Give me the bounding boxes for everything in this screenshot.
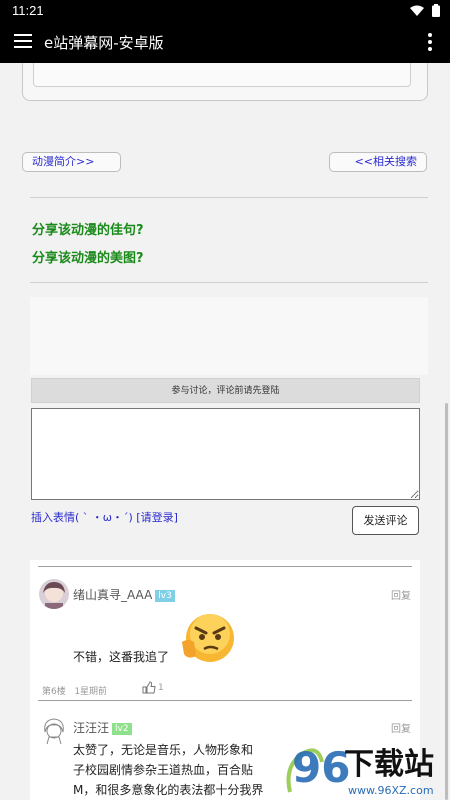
app-bar: e站弹幕网-安卓版 [0, 22, 450, 63]
username-text[interactable]: 绪山真寻_AAA [73, 588, 152, 602]
login-link[interactable]: [请登录] [136, 511, 178, 524]
comment-divider [38, 700, 412, 701]
level-badge: lv3 [155, 590, 175, 602]
system-icons [410, 4, 440, 17]
status-time: 11:21 [12, 3, 44, 18]
watermark: 96 下载站 www.96XZ.com [282, 736, 450, 800]
comment-divider [38, 566, 412, 567]
like-count: 1 [158, 682, 164, 693]
username-text[interactable]: 汪汪汪 [73, 721, 109, 735]
send-comment-button[interactable]: 发送评论 [352, 506, 419, 535]
share-image-link[interactable]: 分享该动漫的美图? [32, 247, 144, 266]
comment-line: 太赞了，无论是音乐，人物形象和 [73, 743, 254, 757]
comment-line: 子校园剧情参杂王道热血，百合贴 [73, 763, 254, 777]
thumbs-up-icon[interactable] [142, 681, 156, 694]
avatar[interactable] [39, 714, 69, 744]
wifi-icon [410, 5, 424, 16]
comment-line: M，和很多意象化的表法都十分我界 [73, 783, 264, 797]
reply-button[interactable]: 回复 [391, 720, 411, 735]
floor-number: 第6楼 [42, 687, 66, 697]
description-inner-box [33, 63, 411, 87]
related-search-button[interactable]: <<相关搜索 [329, 152, 427, 172]
level-badge: lv2 [112, 723, 132, 735]
comment-form-links: 插入表情( ` ・ω・´) [请登录] [31, 509, 178, 525]
divider [30, 282, 428, 283]
watermark-number: 96 [292, 743, 350, 792]
avatar[interactable] [39, 579, 69, 609]
battery-icon [432, 4, 440, 17]
divider [30, 197, 428, 198]
comment-text: 不错，这番我追了 [73, 650, 170, 664]
comment-meta: 第6楼 1星期前 [42, 684, 107, 697]
app-title: e站弹幕网-安卓版 [44, 34, 164, 52]
watermark-text: 下载站 [344, 747, 434, 782]
watermark-url: www.96XZ.com [348, 784, 434, 797]
like-button[interactable]: 1 [142, 681, 164, 694]
status-bar: 11:21 [0, 0, 450, 22]
more-options-icon[interactable] [428, 33, 432, 54]
watermark-logo: 96 下载站 www.96XZ.com [286, 743, 434, 797]
ad-area [30, 297, 428, 375]
comment-username[interactable]: 绪山真寻_AAA lv3 [73, 586, 175, 603]
comment-username[interactable]: 汪汪汪 lv2 [73, 719, 132, 736]
share-quote-link[interactable]: 分享该动漫的佳句? [32, 219, 144, 238]
insert-emoji-link[interactable]: 插入表情( ` ・ω・´) [31, 511, 133, 524]
comment-textarea[interactable] [31, 408, 420, 500]
comment-time: 1星期前 [74, 687, 108, 697]
comment-text: 太赞了，无论是音乐，人物形象和 子校园剧情参杂王道热血，百合贴 M，和很多意象化… [73, 740, 263, 800]
reply-button[interactable]: 回复 [391, 587, 411, 602]
login-hint-bar: 参与讨论，评论前请先登陆 [31, 378, 420, 403]
anime-intro-button[interactable]: 动漫简介>> [22, 152, 121, 172]
description-box [22, 63, 428, 101]
thinking-emoji-icon [182, 614, 234, 662]
page-content[interactable]: 动漫简介>> <<相关搜索 分享该动漫的佳句? 分享该动漫的美图? 参与讨论，评… [0, 63, 450, 800]
hamburger-menu-icon[interactable] [14, 34, 32, 50]
